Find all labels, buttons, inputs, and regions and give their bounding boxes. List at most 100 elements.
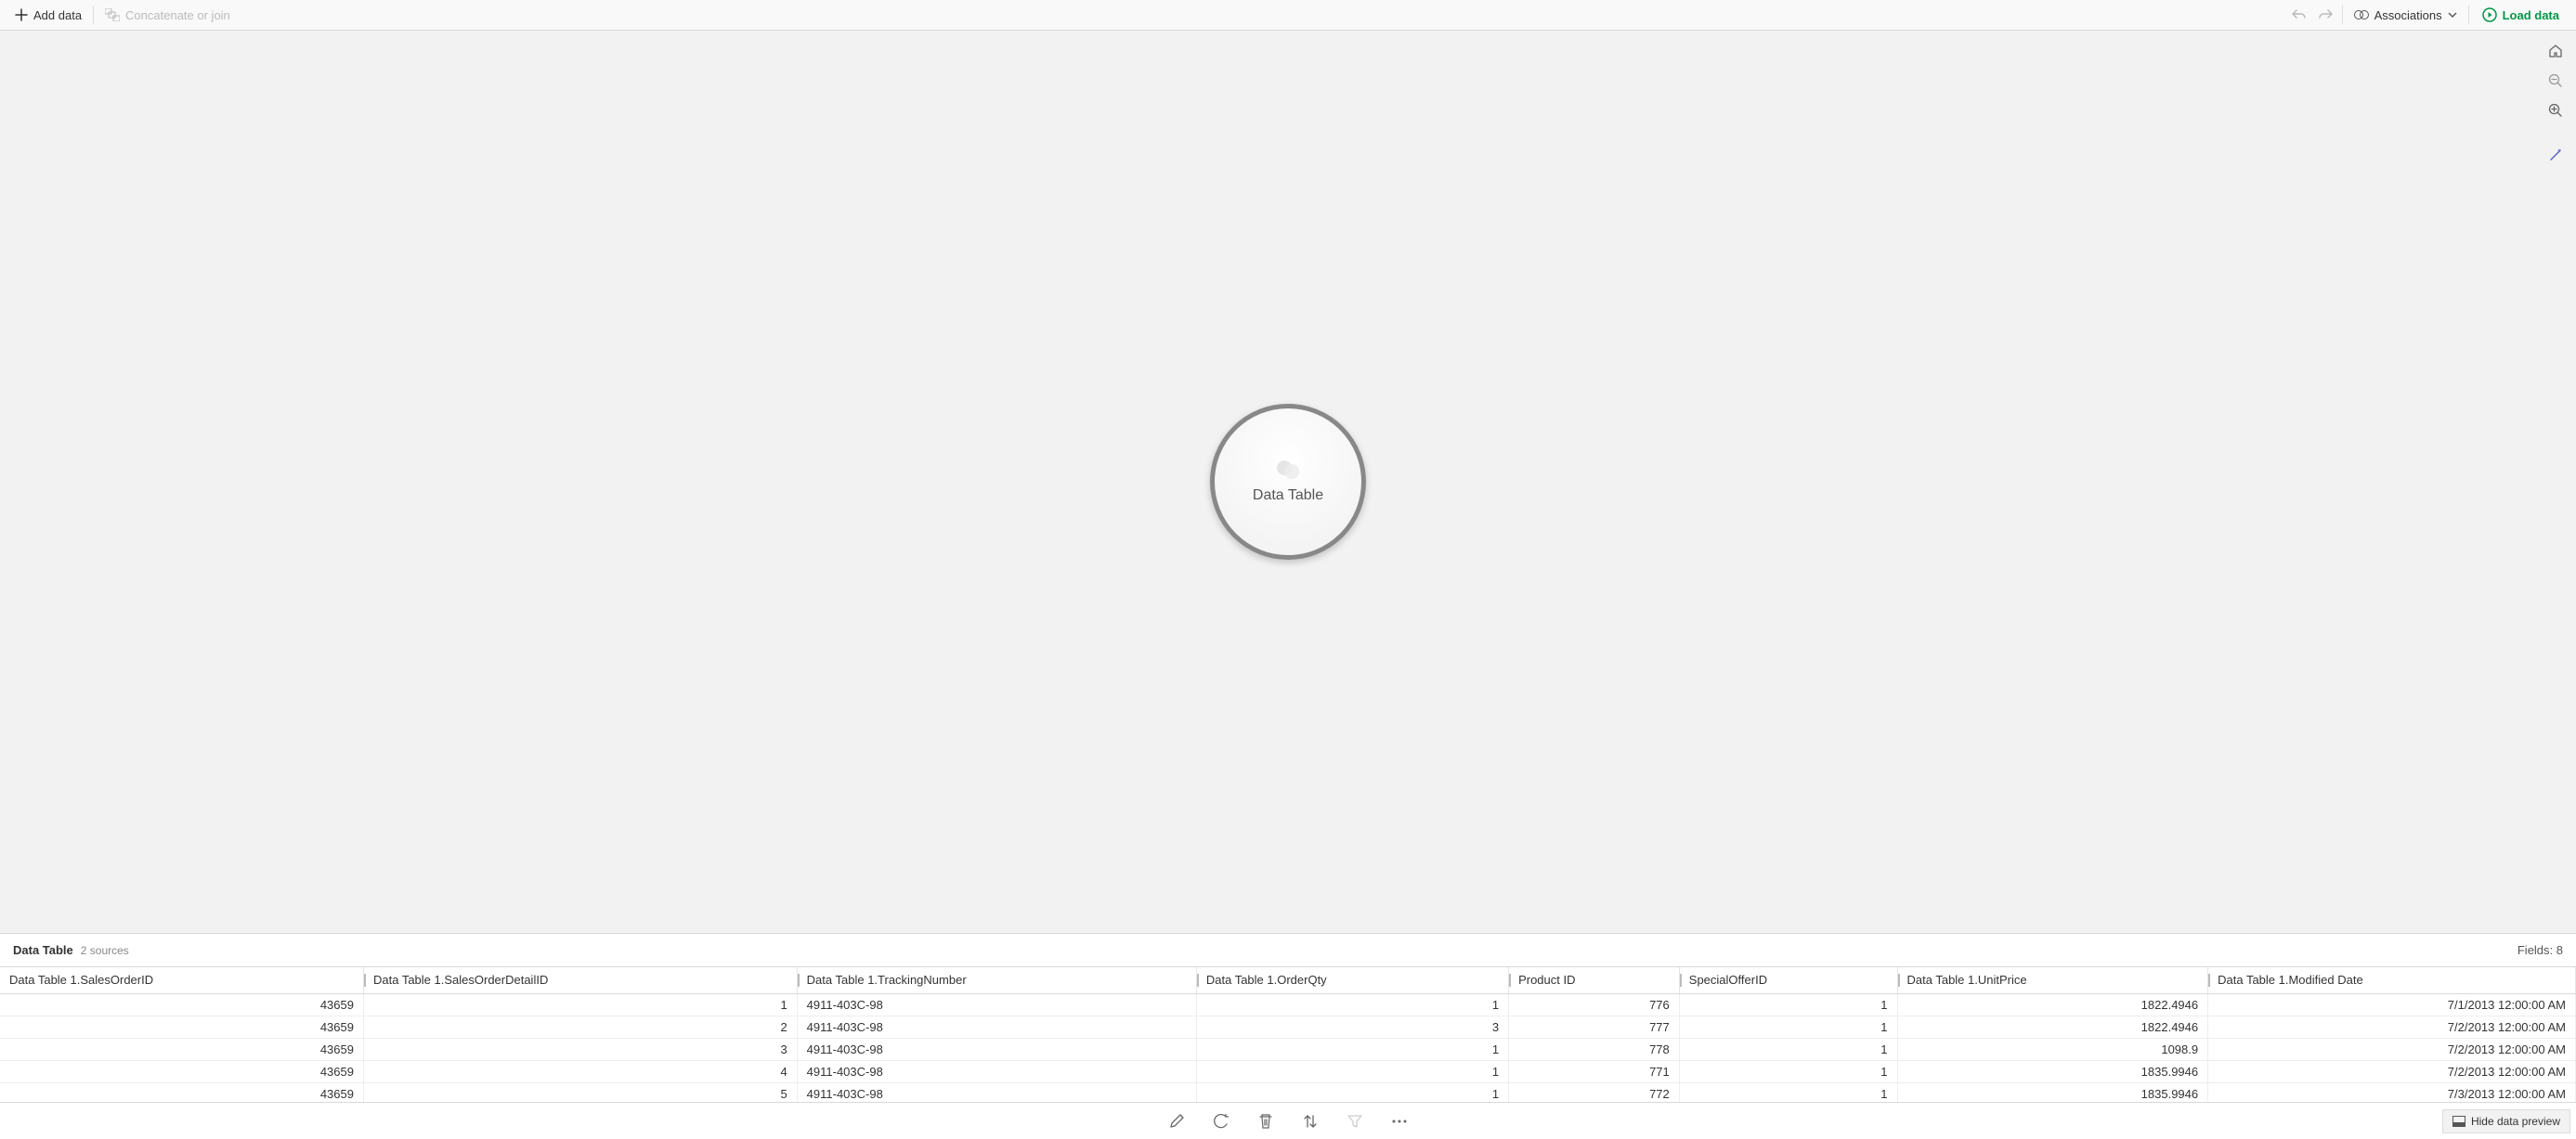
column-header[interactable]: SpecialOfferID (1679, 967, 1897, 993)
column-header[interactable]: Data Table 1.Modified Date (2208, 967, 2576, 993)
table-cell: 1 (1679, 993, 1897, 1016)
table-cell: 1 (1679, 1082, 1897, 1102)
refresh-button[interactable] (1212, 1112, 1230, 1131)
table-cell: 1 (363, 993, 797, 1016)
associations-label: Associations (2374, 8, 2442, 22)
table-cell: 7/3/2013 12:00:00 AM (2208, 1082, 2576, 1102)
table-cell: 4911-403C-98 (797, 1082, 1196, 1102)
column-header[interactable]: Data Table 1.UnitPrice (1897, 967, 2208, 993)
unpivot-icon (1303, 1114, 1318, 1129)
filter-button (1346, 1112, 1364, 1131)
table-cell: 1 (1196, 993, 1508, 1016)
filter-icon (1347, 1114, 1362, 1129)
table-row[interactable]: 4365954911-403C-98177211835.99467/3/2013… (0, 1082, 2576, 1102)
unpivot-button[interactable] (1301, 1112, 1320, 1131)
hide-data-preview-label: Hide data preview (2471, 1115, 2560, 1128)
chevron-down-icon (2448, 12, 2457, 18)
toolbar-divider (2342, 6, 2343, 24)
table-cell: 4911-403C-98 (797, 1038, 1196, 1060)
preview-header: Data Table 2 sources Fields: 8 (0, 934, 2576, 967)
table-cell: 4911-403C-98 (797, 1016, 1196, 1038)
table-cell: 3 (363, 1038, 797, 1060)
table-cell: 1822.4946 (1897, 1016, 2208, 1038)
more-horizontal-icon (1392, 1120, 1407, 1123)
table-bubble-label: Data Table (1253, 487, 1323, 504)
table-row[interactable]: 4365914911-403C-98177611822.49467/1/2013… (0, 993, 2576, 1016)
table-cell: 43659 (0, 993, 363, 1016)
magic-wand-button[interactable] (2544, 144, 2567, 166)
table-cell: 7/2/2013 12:00:00 AM (2208, 1060, 2576, 1082)
table-row[interactable]: 4365924911-403C-98377711822.49467/2/2013… (0, 1016, 2576, 1038)
table-cell: 1 (1196, 1082, 1508, 1102)
load-data-button[interactable]: Load data (2473, 0, 2569, 30)
table-cell: 2 (363, 1016, 797, 1038)
table-cell: 1 (1679, 1060, 1897, 1082)
magic-wand-icon (2548, 148, 2563, 162)
column-header[interactable]: Product ID (1509, 967, 1680, 993)
table-row[interactable]: 4365944911-403C-98177111835.99467/2/2013… (0, 1060, 2576, 1082)
plus-icon (15, 8, 28, 21)
associations-icon (2354, 7, 2369, 22)
table-cell: 776 (1509, 993, 1680, 1016)
table-cell: 7/2/2013 12:00:00 AM (2208, 1016, 2576, 1038)
associations-button[interactable]: Associations (2347, 0, 2465, 30)
toolbar-divider (93, 6, 94, 24)
table-cell: 778 (1509, 1038, 1680, 1060)
table-cell: 1098.9 (1897, 1038, 2208, 1060)
table-cell: 43659 (0, 1038, 363, 1060)
zoom-in-button[interactable] (2544, 99, 2567, 122)
refresh-icon (1214, 1114, 1229, 1129)
add-data-button[interactable]: Add data (7, 0, 89, 30)
zoom-in-icon (2548, 103, 2563, 118)
data-bubble-icon (1276, 459, 1300, 480)
panel-icon (2452, 1116, 2465, 1127)
fields-count: Fields: 8 (2517, 943, 2563, 957)
home-icon (2548, 44, 2563, 58)
table-cell: 4911-403C-98 (797, 1060, 1196, 1082)
delete-button[interactable] (1256, 1112, 1275, 1131)
table-cell: 771 (1509, 1060, 1680, 1082)
table-cell: 43659 (0, 1060, 363, 1082)
pencil-icon (1169, 1114, 1184, 1129)
trash-icon (1259, 1114, 1272, 1129)
table-cell: 1835.9946 (1897, 1082, 2208, 1102)
table-cell: 3 (1196, 1016, 1508, 1038)
table-header-row: Data Table 1.SalesOrderID Data Table 1.S… (0, 967, 2576, 993)
table-cell: 1 (1679, 1016, 1897, 1038)
redo-button (2312, 0, 2338, 30)
edit-button[interactable] (1167, 1112, 1186, 1131)
undo-icon (2292, 8, 2307, 21)
table-cell: 4911-403C-98 (797, 993, 1196, 1016)
top-toolbar: Add data Concatenate or join Association (0, 0, 2576, 31)
zoom-out-button[interactable] (2544, 70, 2567, 92)
more-options-button[interactable] (1390, 1112, 1409, 1131)
bottom-toolbar: Hide data preview (0, 1102, 2576, 1139)
table-cell: 1 (1196, 1060, 1508, 1082)
hide-data-preview-button[interactable]: Hide data preview (2442, 1109, 2570, 1133)
toolbar-divider (2468, 6, 2469, 24)
preview-sources: 2 sources (81, 944, 129, 957)
column-header[interactable]: Data Table 1.SalesOrderDetailID (363, 967, 797, 993)
data-model-canvas[interactable]: Data Table (0, 31, 2576, 934)
add-data-label: Add data (33, 8, 82, 22)
table-cell: 43659 (0, 1016, 363, 1038)
table-cell: 7/2/2013 12:00:00 AM (2208, 1038, 2576, 1060)
column-header[interactable]: Data Table 1.OrderQty (1196, 967, 1508, 993)
table-cell: 1 (1196, 1038, 1508, 1060)
zoom-out-icon (2548, 73, 2563, 88)
data-preview-table: Data Table 1.SalesOrderID Data Table 1.S… (0, 967, 2576, 1102)
data-preview-table-wrap: Data Table 1.SalesOrderID Data Table 1.S… (0, 967, 2576, 1102)
column-header[interactable]: Data Table 1.TrackingNumber (797, 967, 1196, 993)
column-header[interactable]: Data Table 1.SalesOrderID (0, 967, 363, 993)
undo-button (2286, 0, 2312, 30)
play-circle-icon (2482, 7, 2497, 22)
home-view-button[interactable] (2544, 40, 2567, 62)
table-cell: 1835.9946 (1897, 1060, 2208, 1082)
load-data-label: Load data (2503, 8, 2559, 22)
table-cell: 7/1/2013 12:00:00 AM (2208, 993, 2576, 1016)
concatenate-join-label: Concatenate or join (125, 8, 230, 22)
concatenate-icon (105, 8, 120, 21)
table-row[interactable]: 4365934911-403C-98177811098.97/2/2013 12… (0, 1038, 2576, 1060)
redo-icon (2318, 8, 2333, 21)
table-bubble[interactable]: Data Table (1210, 404, 1366, 560)
